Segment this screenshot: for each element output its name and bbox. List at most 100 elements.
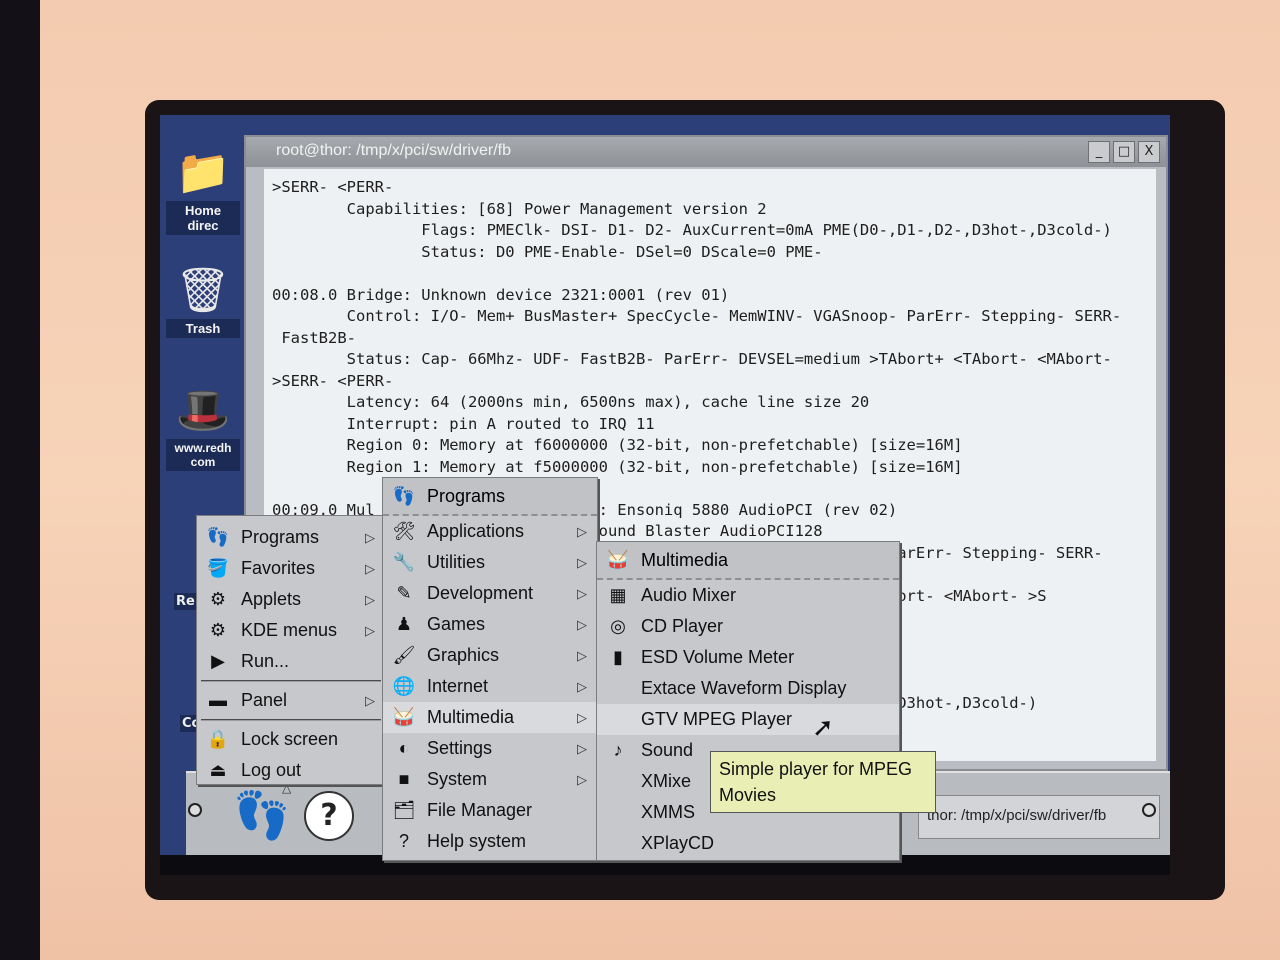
menu-item-label: Games xyxy=(427,614,486,634)
terminal-line: Region 1: Memory at f5000000 (32-bit, no… xyxy=(272,457,963,476)
programs-menu-item-multimedia[interactable]: 🥁 Multimedia ▷ xyxy=(383,702,597,733)
tasklist-entry[interactable]: thor: /tmp/x/pci/sw/driver/fb xyxy=(918,795,1160,839)
submenu-arrow-icon: ▷ xyxy=(577,647,587,663)
multimedia-menu-title: 🥁 Multimedia xyxy=(597,542,899,580)
applications-icon: 🛠 xyxy=(392,521,416,541)
submenu-arrow-icon: ▷ xyxy=(365,591,375,607)
multimedia-menu-item-esd-volume-meter[interactable]: ▮ ESD Volume Meter xyxy=(597,642,899,673)
development-icon: ✎ xyxy=(396,583,412,603)
multimedia-menu-item-gtv-mpeg-player[interactable]: GTV MPEG Player xyxy=(597,704,899,735)
programs-menu-title: 👣 Programs xyxy=(383,478,597,516)
main-menu-item-panel[interactable]: ▬ Panel ▷ xyxy=(197,685,385,716)
submenu-arrow-icon: ▷ xyxy=(365,560,375,576)
terminal-line: >SERR- <PERR- xyxy=(272,178,394,196)
programs-menu-item-file-manager[interactable]: 🗂 File Manager xyxy=(383,795,597,826)
submenu-arrow-icon: ▷ xyxy=(577,523,587,539)
system-icon: ■ xyxy=(398,769,410,789)
menu-item-label: Log out xyxy=(241,760,302,780)
sound-icon: ♪ xyxy=(613,740,623,760)
utilities-icon: 🔧 xyxy=(392,552,416,572)
mouse-cursor-icon: ➚ xyxy=(812,713,834,743)
menu-item-label: Lock screen xyxy=(241,729,339,749)
tooltip: Simple player for MPEG Movies xyxy=(710,751,936,813)
menu-item-label: XPlayCD xyxy=(641,833,715,853)
favorites-icon: 🪣 xyxy=(206,558,230,578)
menu-item-label: GTV MPEG Player xyxy=(641,709,793,729)
main-menu-item-run[interactable]: ▶ Run... xyxy=(197,646,385,677)
terminal-line: >SERR- <PERR- xyxy=(272,371,394,390)
multimedia-menu-item-xplaycd[interactable]: XPlayCD xyxy=(597,828,899,859)
programs-menu-item-settings[interactable]: ◐ Settings ▷ xyxy=(383,733,597,764)
main-menu-item-log-out[interactable]: ⏏ Log out xyxy=(197,755,385,786)
desktop-icon-trash[interactable]: 🗑 Trash xyxy=(166,263,240,338)
folder-icon: 📁 xyxy=(175,147,231,198)
minimize-button[interactable]: _ xyxy=(1088,141,1110,163)
menu-item-label: Settings xyxy=(427,738,493,758)
kde-icon: ⚙ xyxy=(209,620,227,640)
main-menu-item-applets[interactable]: ⚙ Applets ▷ xyxy=(197,584,385,615)
programs-menu-item-help-system[interactable]: ? Help system xyxy=(383,826,597,857)
menu-item-label: Audio Mixer xyxy=(641,585,737,605)
programs-menu-item-applications[interactable]: 🛠 Applications ▷ xyxy=(383,516,597,547)
run-icon: ▶ xyxy=(211,651,225,671)
desktop-icon-home[interactable]: 📁 Home direc xyxy=(166,145,240,235)
terminal-line: Interrupt: pin A routed to IRQ 11 xyxy=(272,414,655,433)
programs-menu-item-internet[interactable]: 🌐 Internet ▷ xyxy=(383,671,597,702)
terminal-line: 00:08.0 Bridge: Unknown device 2321:0001… xyxy=(272,285,730,304)
menu-item-label: System xyxy=(427,769,488,789)
terminal-line: Capabilities: [68] Power Management vers… xyxy=(272,199,767,218)
settings-icon: ◐ xyxy=(398,738,410,758)
help-button[interactable]: ? xyxy=(304,791,354,841)
close-button[interactable]: X xyxy=(1138,141,1160,163)
menu-item-label: ESD Volume Meter xyxy=(641,647,795,667)
menu-separator xyxy=(201,680,381,682)
panel-hide-left-button[interactable] xyxy=(188,803,202,817)
internet-icon: 🌐 xyxy=(392,676,416,696)
desktop-icon-redhat[interactable]: 🎩 www.redh com xyxy=(166,383,240,471)
programs-menu-item-system[interactable]: ■ System ▷ xyxy=(383,764,597,795)
programs-menu-item-utilities[interactable]: 🔧 Utilities ▷ xyxy=(383,547,597,578)
terminal-line: Status: D0 PME-Enable- DSel=0 DScale=0 P… xyxy=(272,242,823,261)
multimedia-menu-item-audio-mixer[interactable]: ▦ Audio Mixer xyxy=(597,580,899,611)
programs-menu-item-development[interactable]: ✎ Development ▷ xyxy=(383,578,597,609)
menu-item-label: CD Player xyxy=(641,616,724,636)
multimedia-menu-item-cd-player[interactable]: ◎ CD Player xyxy=(597,611,899,642)
terminal-line: Latency: 64 (2000ns min, 6500ns max), ca… xyxy=(272,393,870,411)
menu-item-label: Sound xyxy=(641,740,694,760)
multimedia-icon: 🥁 xyxy=(606,549,630,570)
menu-item-label: Multimedia xyxy=(427,707,515,727)
desktop-partial-label: Re xyxy=(174,593,197,610)
menu-item-label: Programs xyxy=(241,527,320,547)
menu-item-label: Graphics xyxy=(427,645,500,665)
main-menu-item-lock-screen[interactable]: 🔒 Lock screen xyxy=(197,724,385,755)
programs-menu-item-graphics[interactable]: 🖌 Graphics ▷ xyxy=(383,640,597,671)
panel-hide-right-button[interactable] xyxy=(1142,803,1156,817)
main-menu: 👣 Programs ▷ 🪣 Favorites ▷ ⚙ Applets ▷ ⚙ KDE menus… xyxy=(196,515,386,785)
panel-icon: ▬ xyxy=(209,690,227,710)
terminal-line: Flags: PMEClk- DSI- D1- D2- AuxCurrent=0… xyxy=(272,221,1112,239)
window-title: root@thor: /tmp/x/pci/sw/driver/fb xyxy=(276,142,511,159)
main-menu-item-favorites[interactable]: 🪣 Favorites ▷ xyxy=(197,553,385,584)
blank-icon xyxy=(605,832,631,856)
menu-item-label: XMMS xyxy=(641,802,695,822)
submenu-arrow-icon: ▷ xyxy=(577,740,587,756)
menu-item-label: Favorites xyxy=(241,558,316,578)
multimedia-menu-item-extace-waveform-display[interactable]: Extace Waveform Display xyxy=(597,673,899,704)
menu-item-label: Applets xyxy=(241,589,302,609)
menu-item-label: Extace Waveform Display xyxy=(641,678,847,698)
redhat-icon: 🎩 xyxy=(175,385,231,436)
submenu-arrow-icon: ▷ xyxy=(577,554,587,570)
programs-menu-item-games[interactable]: ♟ Games ▷ xyxy=(383,609,597,640)
terminal-line: Control: I/O- Mem+ BusMaster+ SpecCycle-… xyxy=(272,307,1122,325)
footprint-icon: 👣 xyxy=(206,527,230,547)
menu-separator xyxy=(201,719,381,721)
terminal-line: Region 0: Memory at f6000000 (32-bit, no… xyxy=(272,436,963,454)
cd-icon: ◎ xyxy=(610,616,626,636)
lock-icon: 🔒 xyxy=(206,729,230,749)
terminal-titlebar[interactable]: root@thor: /tmp/x/pci/sw/driver/fb _ □ X xyxy=(246,137,1166,167)
maximize-button[interactable]: □ xyxy=(1113,141,1135,163)
menu-item-label: Internet xyxy=(427,676,489,696)
main-menu-item-kde-menus[interactable]: ⚙ KDE menus ▷ xyxy=(197,615,385,646)
main-menu-item-programs[interactable]: 👣 Programs ▷ xyxy=(197,522,385,553)
menu-item-label: Applications xyxy=(427,521,525,541)
